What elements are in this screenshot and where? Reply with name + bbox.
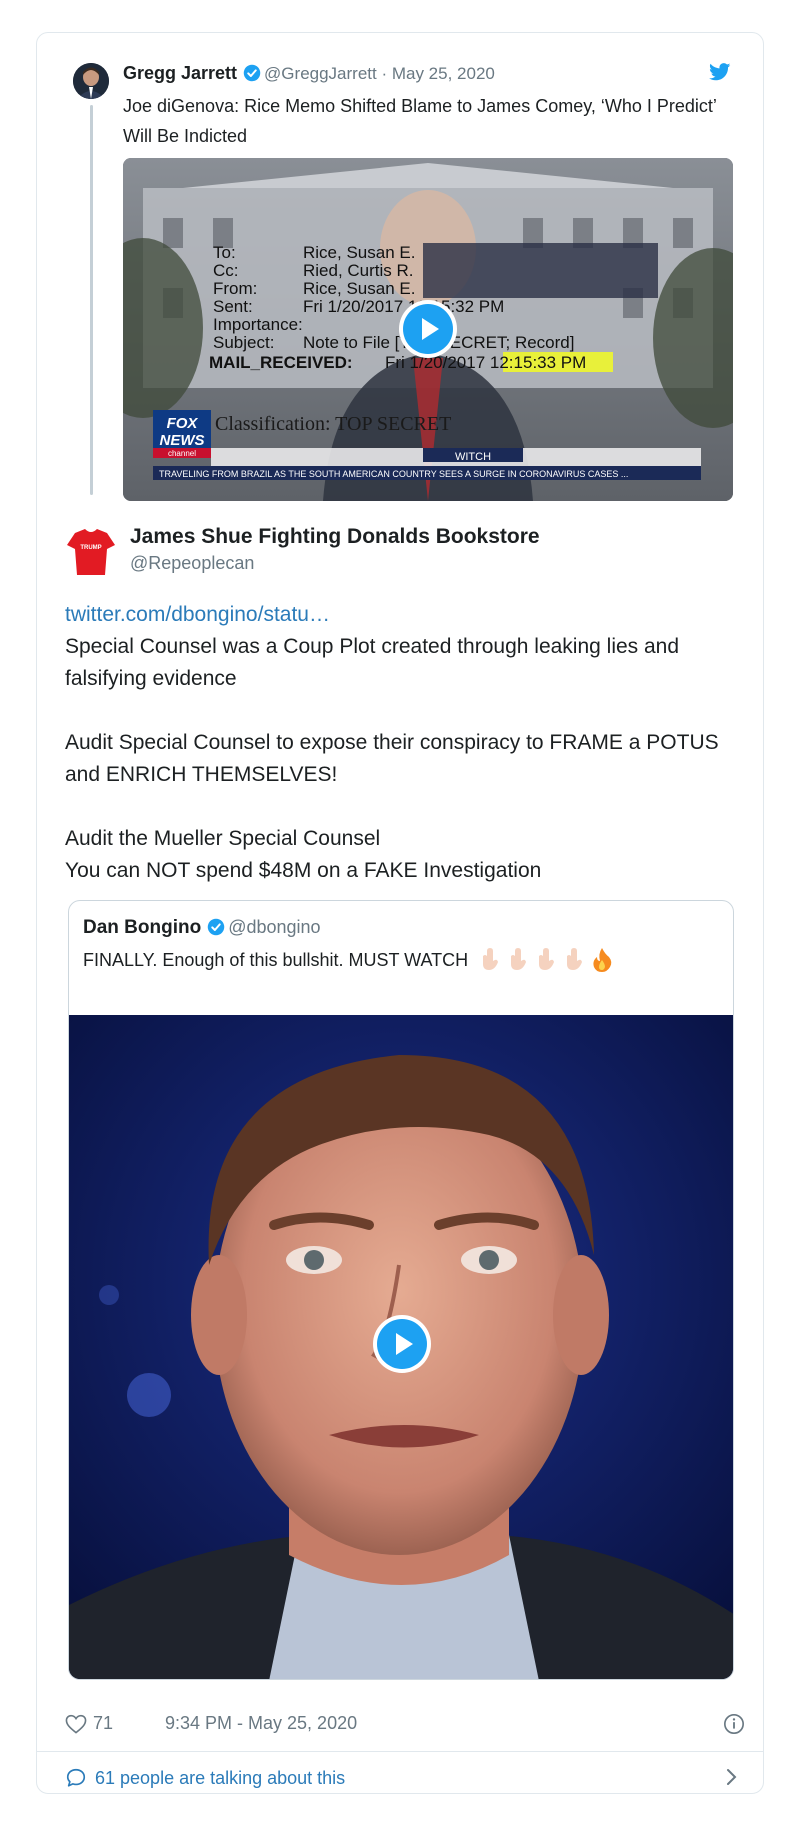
overlay-field: MAIL_RECEIVED: — [209, 353, 353, 372]
svg-text:FOX: FOX — [167, 415, 199, 432]
avatar[interactable]: TRUMP — [65, 525, 117, 577]
author-handle[interactable]: @Repeoplecan — [130, 553, 254, 574]
news-ticker: TRAVELING FROM BRAZIL AS THE SOUTH AMERI… — [159, 469, 628, 479]
overlay-field: Cc: — [213, 261, 239, 280]
tweet-text: Joe diGenova: Rice Memo Shifted Blame to… — [123, 96, 717, 146]
tweet-paragraph: Audit the Mueller Special Counsel — [65, 827, 381, 850]
chevron-right-icon — [725, 1767, 739, 1792]
tweet-paragraph: Special Counsel was a Coup Plot created … — [65, 635, 680, 690]
overlay-value: Rice, Susan E. — [303, 279, 415, 298]
fire-icon — [593, 948, 612, 972]
quoted-tweet-link[interactable]: twitter.com/dbongino/statu… — [65, 599, 745, 631]
overlay-field: Subject: — [213, 333, 274, 352]
overlay-value: Rice, Susan E. — [303, 243, 415, 262]
tweet-paragraph: You can NOT spend $48M on a FAKE Investi… — [65, 859, 542, 882]
lower-third-banner: WITCH — [455, 451, 491, 463]
play-icon — [377, 1319, 427, 1369]
overlay-classification: Classification: TOP SECRET — [215, 413, 451, 435]
point-down-icon — [539, 948, 555, 970]
overlay-field: Importance: — [213, 315, 303, 334]
quoted-tweet-text: FINALLY. Enough of this bullshit. MUST W… — [83, 948, 613, 972]
play-icon — [403, 304, 453, 354]
quoted-tweet-body: FINALLY. Enough of this bullshit. MUST W… — [83, 950, 469, 970]
like-count: 71 — [93, 1713, 114, 1733]
avatar-shirt-text: TRUMP — [80, 545, 101, 551]
author-name[interactable]: Dan Bongino — [83, 917, 201, 938]
overlay-value: Fri 1/20/2017 12:15:33 PM — [385, 353, 586, 372]
point-down-icon — [511, 948, 527, 970]
parent-tweet[interactable]: Gregg Jarrett @GreggJarrett · May 25, 202… — [37, 33, 763, 505]
author-name[interactable]: Gregg Jarrett — [123, 63, 237, 83]
embedded-tweet-card: Gregg Jarrett @GreggJarrett · May 25, 202… — [36, 32, 764, 1794]
point-down-icon — [483, 948, 499, 970]
avatar[interactable] — [73, 63, 109, 99]
emoji-row — [479, 948, 613, 972]
author-handle[interactable]: @GreggJarrett · May 25, 2020 — [264, 64, 495, 83]
overlay-value: Ried, Curtis R. — [303, 261, 414, 280]
author-handle[interactable]: @dbongino — [228, 917, 320, 937]
quoted-tweet-header: Dan Bongino @dbongino — [83, 917, 321, 941]
overlay-field: From: — [213, 279, 257, 298]
divider — [37, 1751, 763, 1752]
verified-badge-icon — [207, 918, 225, 941]
tweet-paragraph: Audit Special Counsel to expose their co… — [65, 731, 719, 786]
svg-text:channel: channel — [168, 449, 196, 458]
point-down-icon — [567, 948, 583, 970]
verified-badge-icon — [243, 64, 261, 87]
tweet-body: twitter.com/dbongino/statu… Special Coun… — [65, 599, 745, 887]
author-name[interactable]: James Shue Fighting Donalds Bookstore — [130, 525, 540, 549]
info-icon[interactable] — [723, 1713, 745, 1740]
fox-news-logo: FOX NEWS channel — [153, 410, 211, 458]
conversation-link[interactable]: 61 people are talking about this — [65, 1767, 745, 1789]
video-thumbnail[interactable] — [69, 1015, 733, 1679]
tweet-header: Gregg Jarrett @GreggJarrett · May 25, 202… — [123, 63, 747, 85]
like-button[interactable]: 71 — [65, 1713, 113, 1734]
play-video-button[interactable] — [399, 300, 457, 358]
thread-line — [90, 105, 93, 495]
twitter-bird-icon[interactable] — [709, 63, 731, 86]
svg-text:NEWS: NEWS — [160, 432, 205, 449]
tweet-timestamp[interactable]: 9:34 PM - May 25, 2020 — [165, 1713, 357, 1734]
heart-icon — [65, 1714, 87, 1734]
overlay-field: Sent: — [213, 297, 253, 316]
video-thumbnail[interactable]: To: Cc: From: Sent: Importance: Subject:… — [123, 158, 733, 501]
play-video-button[interactable] — [373, 1315, 431, 1373]
speech-bubble-icon — [66, 1768, 86, 1787]
tweet-meta: 71 9:34 PM - May 25, 2020 — [65, 1713, 745, 1739]
conversation-count: 61 people are talking about this — [95, 1767, 346, 1788]
status-link[interactable]: twitter.com/dbongino/statu… — [65, 603, 330, 626]
overlay-field: To: — [213, 243, 236, 262]
quoted-tweet[interactable]: Dan Bongino @dbongino FINALLY. Enough of … — [68, 900, 734, 1680]
